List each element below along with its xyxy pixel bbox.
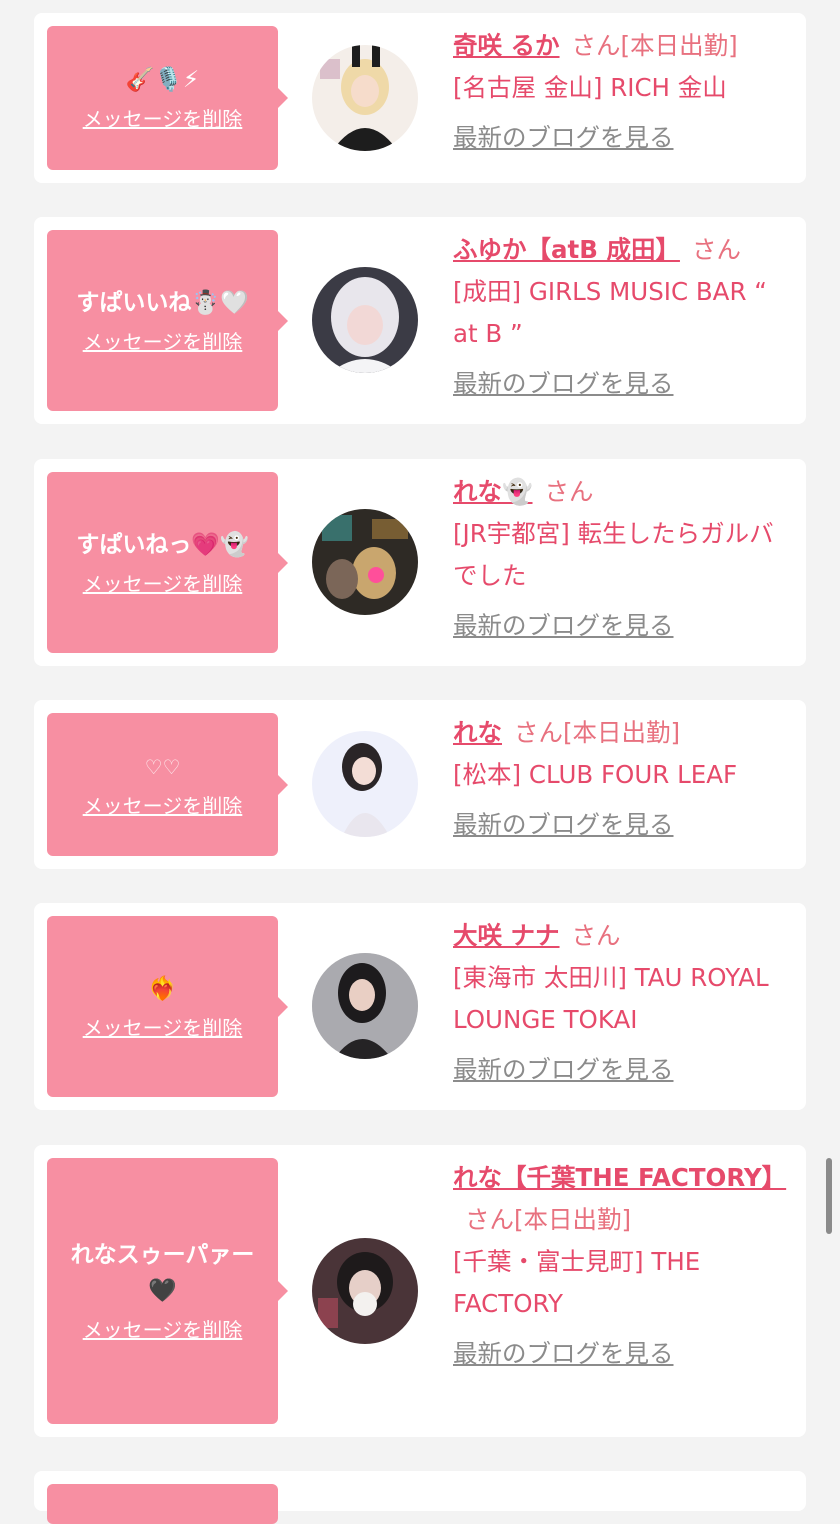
cast-info: れな【千葉THE FACTORY】さん[本日出勤] [千葉・富士見町] THE …: [453, 1157, 793, 1375]
cast-name-link[interactable]: 大咲 ナナ: [453, 921, 560, 950]
message-card: すぱいねっ💗👻 メッセージを削除 れな👻 さん [JR宇都宮] 転生したらガルバで…: [34, 459, 806, 666]
cast-suffix: さん: [571, 921, 621, 950]
shop-name: [成田] GIRLS MUSIC BAR “ at B ”: [453, 277, 767, 348]
message-card: ❤️‍🔥 メッセージを削除 大咲 ナナ さん [東海市 太田川] TAU ROYA…: [34, 903, 806, 1110]
cast-name-link[interactable]: れな: [453, 718, 502, 747]
cast-suffix: さん[本日出勤]: [571, 31, 738, 60]
cast-info: れな さん[本日出勤] [松本] CLUB FOUR LEAF 最新のブログを見る: [453, 712, 793, 846]
avatar[interactable]: [312, 731, 418, 837]
message-bubble: すぱいねっ💗👻 メッセージを削除: [47, 472, 288, 653]
message-text: すぱいいね☃️🤍: [76, 289, 249, 316]
message-bubble: ♡♡ メッセージを削除: [47, 713, 288, 856]
cast-suffix: さん[本日出勤]: [514, 718, 681, 747]
cast-info: 奇咲 るか さん[本日出勤] [名古屋 金山] RICH 金山 最新のブログを見る: [453, 25, 793, 159]
latest-blog-link[interactable]: 最新のブログを見る: [453, 804, 793, 846]
message-card: すぱいいね☃️🤍 メッセージを削除 ふゆか【atB 成田】 さん [成田] GIR…: [34, 217, 806, 424]
message-bubble: 🎸🎙️⚡ メッセージを削除: [47, 26, 288, 170]
delete-message-link[interactable]: メッセージを削除: [83, 1013, 243, 1043]
latest-blog-link[interactable]: 最新のブログを見る: [453, 117, 793, 159]
avatar[interactable]: [312, 953, 418, 1059]
message-bubble: れなスゥーパァー🖤 メッセージを削除: [47, 1158, 288, 1424]
cast-name-link[interactable]: れな👻: [453, 477, 533, 506]
delete-message-link[interactable]: メッセージを削除: [83, 569, 243, 599]
cast-suffix: さん[本日出勤]: [465, 1205, 632, 1234]
cast-name-link[interactable]: れな【千葉THE FACTORY】: [453, 1163, 786, 1192]
avatar[interactable]: [312, 1238, 418, 1344]
message-bubble: すぱいいね☃️🤍 メッセージを削除: [47, 230, 288, 411]
shop-name: [JR宇都宮] 転生したらガルバでした: [453, 519, 774, 590]
message-text: 🎸🎙️⚡: [125, 67, 200, 93]
message-bubble: ❤️‍🔥 メッセージを削除: [47, 916, 288, 1097]
message-text: すぱいねっ💗👻: [76, 531, 249, 558]
message-bubble: [47, 1484, 278, 1524]
avatar[interactable]: [312, 267, 418, 373]
message-text: ♡♡: [144, 754, 181, 779]
message-card-partial: [34, 1471, 806, 1524]
message-card: れなスゥーパァー🖤 メッセージを削除 れな【千葉THE FACTORY】さん[本…: [34, 1145, 806, 1437]
cast-suffix: さん: [544, 477, 594, 506]
latest-blog-link[interactable]: 最新のブログを見る: [453, 605, 793, 647]
shop-name: [千葉・富士見町] THE FACTORY: [453, 1247, 701, 1318]
delete-message-link[interactable]: メッセージを削除: [83, 327, 243, 357]
latest-blog-link[interactable]: 最新のブログを見る: [453, 1333, 793, 1375]
cast-info: れな👻 さん [JR宇都宮] 転生したらガルバでした 最新のブログを見る: [453, 471, 793, 647]
cast-name-link[interactable]: ふゆか【atB 成田】: [453, 235, 680, 264]
cast-name-link[interactable]: 奇咲 るか: [453, 31, 560, 60]
avatar[interactable]: [312, 509, 418, 615]
message-card: 🎸🎙️⚡ メッセージを削除 奇咲 るか さん[本日出勤] [名古屋 金山] RIC…: [34, 13, 806, 183]
delete-message-link[interactable]: メッセージを削除: [83, 104, 243, 134]
shop-name: [東海市 太田川] TAU ROYAL LOUNGE TOKAI: [453, 963, 769, 1034]
cast-info: ふゆか【atB 成田】 さん [成田] GIRLS MUSIC BAR “ at …: [453, 229, 793, 405]
message-text: れなスゥーパァー🖤: [70, 1242, 255, 1304]
message-text: ❤️‍🔥: [148, 975, 177, 1002]
scrollbar[interactable]: [826, 1158, 832, 1234]
latest-blog-link[interactable]: 最新のブログを見る: [453, 363, 793, 405]
cast-suffix: さん: [691, 235, 741, 264]
cast-info: 大咲 ナナ さん [東海市 太田川] TAU ROYAL LOUNGE TOKAI…: [453, 915, 793, 1091]
delete-message-link[interactable]: メッセージを削除: [83, 791, 243, 821]
delete-message-link[interactable]: メッセージを削除: [83, 1315, 243, 1345]
latest-blog-link[interactable]: 最新のブログを見る: [453, 1049, 793, 1091]
message-card: ♡♡ メッセージを削除 れな さん[本日出勤] [松本] CLUB FOUR LE…: [34, 700, 806, 869]
avatar[interactable]: [312, 45, 418, 151]
shop-name: [松本] CLUB FOUR LEAF: [453, 760, 738, 789]
shop-name: [名古屋 金山] RICH 金山: [453, 73, 727, 102]
